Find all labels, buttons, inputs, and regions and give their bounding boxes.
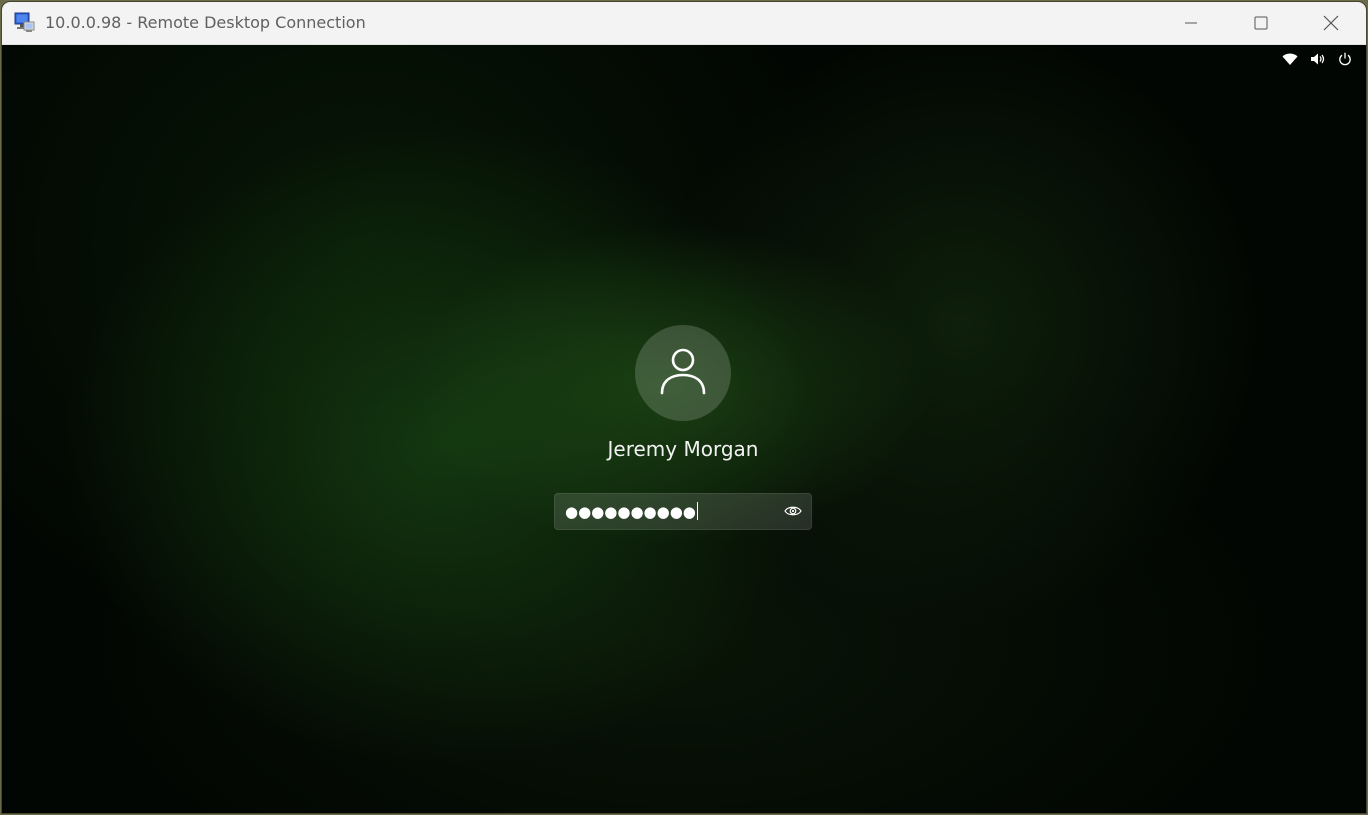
window-title: 10.0.0.98 - Remote Desktop Connection	[45, 13, 366, 32]
lock-screen: Jeremy Morgan ●●●●●●●●●●	[2, 45, 1366, 813]
user-icon	[656, 344, 710, 402]
volume-icon[interactable]	[1310, 52, 1326, 66]
remote-desktop-icon	[13, 12, 37, 34]
text-caret	[696, 502, 698, 520]
minimize-button[interactable]	[1156, 2, 1226, 44]
avatar	[635, 325, 731, 421]
minimize-icon	[1184, 16, 1198, 30]
reveal-password-button[interactable]	[783, 502, 803, 522]
password-value[interactable]: ●●●●●●●●●●	[565, 502, 698, 521]
title-bar[interactable]: 10.0.0.98 - Remote Desktop Connection	[2, 2, 1366, 45]
remote-desktop-window: 10.0.0.98 - Remote Desktop Connection Je…	[2, 2, 1366, 813]
eye-icon	[784, 503, 802, 522]
power-icon[interactable]	[1338, 52, 1352, 66]
close-icon	[1323, 15, 1339, 31]
password-field[interactable]: ●●●●●●●●●●	[554, 493, 812, 530]
maximize-button[interactable]	[1226, 2, 1296, 44]
user-name: Jeremy Morgan	[607, 437, 759, 461]
system-tray	[1282, 52, 1352, 66]
close-button[interactable]	[1296, 2, 1366, 44]
maximize-icon	[1254, 16, 1268, 30]
wifi-icon[interactable]	[1282, 52, 1298, 66]
